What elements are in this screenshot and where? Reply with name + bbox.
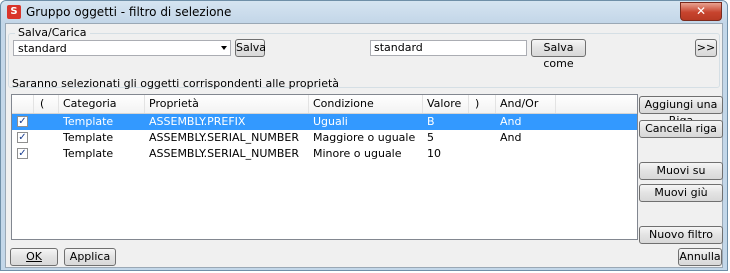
row-property[interactable]: ASSEMBLY.SERIAL_NUMBER	[149, 146, 299, 162]
table-row[interactable]: ✓ Template ASSEMBLY.SERIAL_NUMBER Minore…	[12, 146, 637, 162]
filter-grid[interactable]: ( Categoria Proprietà Condizione Valore …	[11, 94, 638, 240]
table-row[interactable]: ✓ Template ASSEMBLY.PREFIX Uguali B And	[12, 114, 637, 130]
header-category[interactable]: Categoria	[59, 95, 145, 113]
chevron-down-icon[interactable]	[221, 46, 227, 50]
grid-header: ( Categoria Proprietà Condizione Valore …	[12, 95, 637, 114]
row-category[interactable]: Template	[63, 114, 113, 130]
dialog-client-area: Salva/Carica standard Salva standard Sal…	[5, 23, 723, 268]
saved-filter-combo-value: standard	[18, 42, 67, 55]
row-checkbox[interactable]: ✓	[17, 148, 28, 159]
expand-button[interactable]: >>	[695, 39, 717, 57]
add-row-button[interactable]: Aggiungi una Riga	[639, 96, 723, 127]
apply-button[interactable]: Applica	[64, 248, 116, 266]
header-condition[interactable]: Condizione	[309, 95, 423, 113]
row-category[interactable]: Template	[63, 130, 113, 146]
cancel-button[interactable]: Annulla	[678, 248, 722, 266]
row-checkbox[interactable]: ✓	[17, 132, 28, 143]
row-and-or[interactable]: And	[500, 130, 521, 146]
save-name-field[interactable]: standard	[370, 40, 527, 56]
title-bar[interactable]: S Gruppo oggetti - filtro di selezione ✕	[1, 1, 727, 23]
close-button[interactable]: ✕	[680, 2, 722, 21]
table-row[interactable]: ✓ Template ASSEMBLY.SERIAL_NUMBER Maggio…	[12, 130, 637, 146]
app-icon: S	[7, 5, 21, 19]
header-and-or[interactable]: And/Or	[496, 95, 556, 113]
row-condition[interactable]: Uguali	[313, 114, 348, 130]
header-property[interactable]: Proprietà	[145, 95, 309, 113]
saved-filter-combo[interactable]: standard	[13, 40, 231, 56]
row-and-or[interactable]: And	[500, 114, 521, 130]
filter-description: Saranno selezionati gli oggetti corrispo…	[12, 77, 340, 90]
header-close-paren[interactable]: )	[469, 95, 496, 113]
save-as-button[interactable]: Salva come	[531, 39, 586, 70]
row-condition[interactable]: Minore o uguale	[313, 146, 402, 162]
header-open-paren[interactable]: (	[34, 95, 59, 113]
header-checkbox-column	[12, 95, 34, 113]
row-property[interactable]: ASSEMBLY.PREFIX	[149, 114, 245, 130]
row-value[interactable]: 5	[427, 130, 434, 146]
move-up-button[interactable]: Muovi su	[639, 162, 723, 180]
row-value[interactable]: B	[427, 114, 435, 130]
save-load-group-label: Salva/Carica	[15, 26, 90, 39]
window-title: Gruppo oggetti - filtro di selezione	[26, 5, 232, 19]
dialog-window: S Gruppo oggetti - filtro di selezione ✕…	[0, 0, 728, 271]
row-condition[interactable]: Maggiore o uguale	[313, 130, 415, 146]
delete-row-button[interactable]: Cancella riga	[639, 120, 723, 138]
move-down-button[interactable]: Muovi giù	[639, 184, 723, 202]
row-category[interactable]: Template	[63, 146, 113, 162]
row-checkbox[interactable]: ✓	[17, 116, 28, 127]
header-value[interactable]: Valore	[423, 95, 469, 113]
new-filter-button[interactable]: Nuovo filtro	[639, 226, 723, 244]
row-value[interactable]: 10	[427, 146, 441, 162]
row-property[interactable]: ASSEMBLY.SERIAL_NUMBER	[149, 130, 299, 146]
save-button[interactable]: Salva	[235, 39, 266, 57]
ok-button[interactable]: OK	[10, 248, 58, 266]
